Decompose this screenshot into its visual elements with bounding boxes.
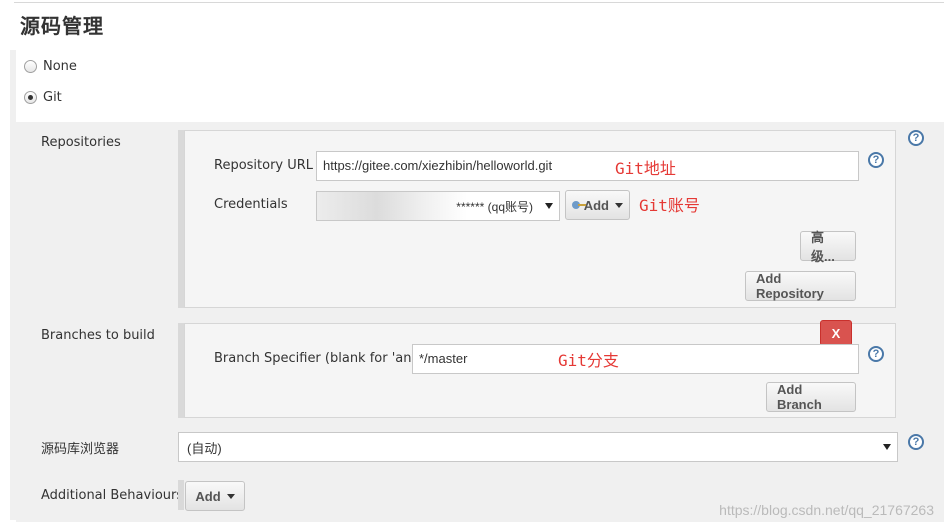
radio-none[interactable] — [24, 60, 37, 73]
add-repository-button[interactable]: Add Repository — [745, 271, 856, 301]
branch-specifier-annotation: Git分支 — [558, 351, 619, 370]
branch-specifier-input[interactable]: */master — [412, 344, 859, 374]
repository-browser-select[interactable]: (自动) — [178, 432, 898, 462]
credentials-annotation: Git账号 — [639, 196, 700, 215]
credentials-label: Credentials — [214, 197, 288, 212]
radio-git-label: Git — [43, 90, 62, 105]
add-behaviour-button[interactable]: Add — [185, 481, 245, 511]
repository-url-annotation: Git地址 — [615, 159, 676, 178]
watermark: https://blog.csdn.net/qq_21767263 — [719, 502, 934, 518]
credentials-selected: ****** (qq账号) — [456, 200, 533, 214]
branch-specifier-label: Branch Specifier (blank for 'any') — [214, 351, 428, 366]
advanced-button[interactable]: 高级... — [800, 230, 856, 264]
behaviours-bar — [178, 480, 184, 510]
key-icon — [572, 201, 586, 209]
repository-url-help-icon[interactable]: ? — [868, 152, 884, 168]
chevron-down-icon — [883, 444, 891, 450]
repository-url-label: Repository URL — [214, 158, 314, 173]
credentials-add-label: Add — [583, 197, 609, 213]
repository-browser-help-icon[interactable]: ? — [908, 434, 924, 450]
repository-url-input[interactable]: https://gitee.com/xiezhibin/helloworld.g… — [316, 151, 859, 181]
branch-specifier-help-icon[interactable]: ? — [868, 346, 884, 362]
chevron-down-icon — [615, 202, 623, 208]
repositories-label: Repositories — [41, 135, 121, 150]
add-branch-button[interactable]: Add Branch — [766, 382, 856, 412]
delete-branch-button[interactable]: X — [820, 320, 852, 346]
repository-browser-label: 源码库浏览器 — [41, 442, 120, 457]
credentials-add-button[interactable]: Add — [565, 190, 630, 220]
scm-option-none[interactable]: None — [24, 59, 77, 74]
section-title: 源码管理 — [20, 14, 104, 38]
scm-option-git[interactable]: Git — [24, 90, 62, 105]
credentials-select[interactable]: ****** (qq账号) — [316, 191, 560, 221]
chevron-down-icon — [226, 493, 235, 499]
add-behaviour-label: Add — [195, 488, 221, 504]
repositories-help-icon[interactable]: ? — [908, 130, 924, 146]
chevron-down-icon — [545, 203, 553, 209]
repository-browser-selected: (自动) — [187, 440, 222, 456]
branches-label: Branches to build — [41, 328, 155, 343]
radio-git[interactable] — [24, 91, 37, 104]
top-divider — [14, 2, 944, 3]
additional-behaviours-label: Additional Behaviours — [41, 488, 184, 503]
radio-none-label: None — [43, 59, 77, 74]
credentials-redaction — [317, 192, 467, 220]
